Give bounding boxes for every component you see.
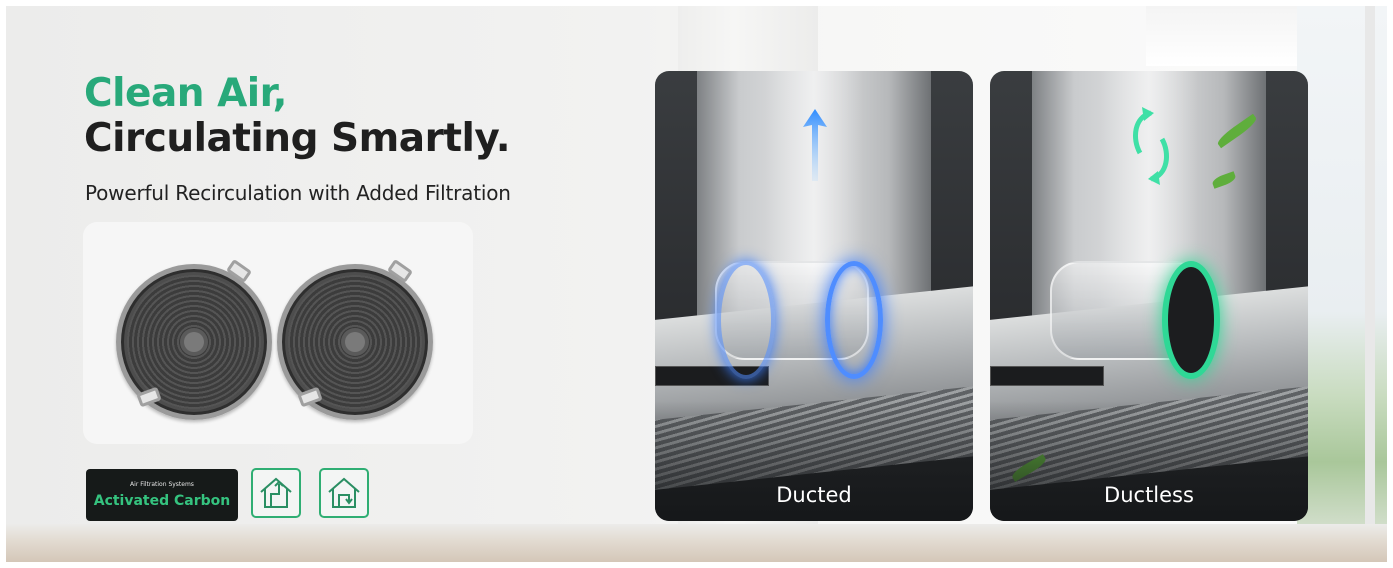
glow-ring	[717, 261, 775, 379]
activated-carbon-badge: Air Filtration Systems Activated Carbon	[86, 469, 238, 521]
house-ducted-icon	[251, 468, 301, 518]
carbon-filter-glow-ring	[1162, 261, 1220, 379]
headline: Clean Air, Circulating Smartly.	[84, 71, 511, 161]
ducted-label: Ducted	[776, 483, 852, 507]
headline-line-2: Circulating Smartly.	[84, 116, 511, 161]
ducted-panel: Ducted	[655, 71, 973, 521]
banner: Clean Air, Circulating Smartly. Powerful…	[6, 6, 1387, 562]
house-ductless-icon	[319, 468, 369, 518]
badge-caption: Air Filtration Systems	[130, 481, 194, 488]
ductless-panel: Ductless	[990, 71, 1308, 521]
background-floor	[6, 524, 1387, 562]
background-window-frame	[1365, 6, 1375, 562]
subheadline: Powerful Recirculation with Added Filtra…	[85, 181, 511, 205]
filter-product-card	[83, 222, 473, 444]
glow-ring	[825, 261, 883, 379]
badge-title: Activated Carbon	[93, 493, 231, 509]
recirculation-arrows-icon	[1132, 107, 1170, 185]
up-arrow-icon	[803, 109, 827, 181]
ductless-label: Ductless	[1104, 483, 1194, 507]
headline-line-1: Clean Air,	[84, 71, 287, 116]
hood-control-strip	[990, 366, 1104, 386]
